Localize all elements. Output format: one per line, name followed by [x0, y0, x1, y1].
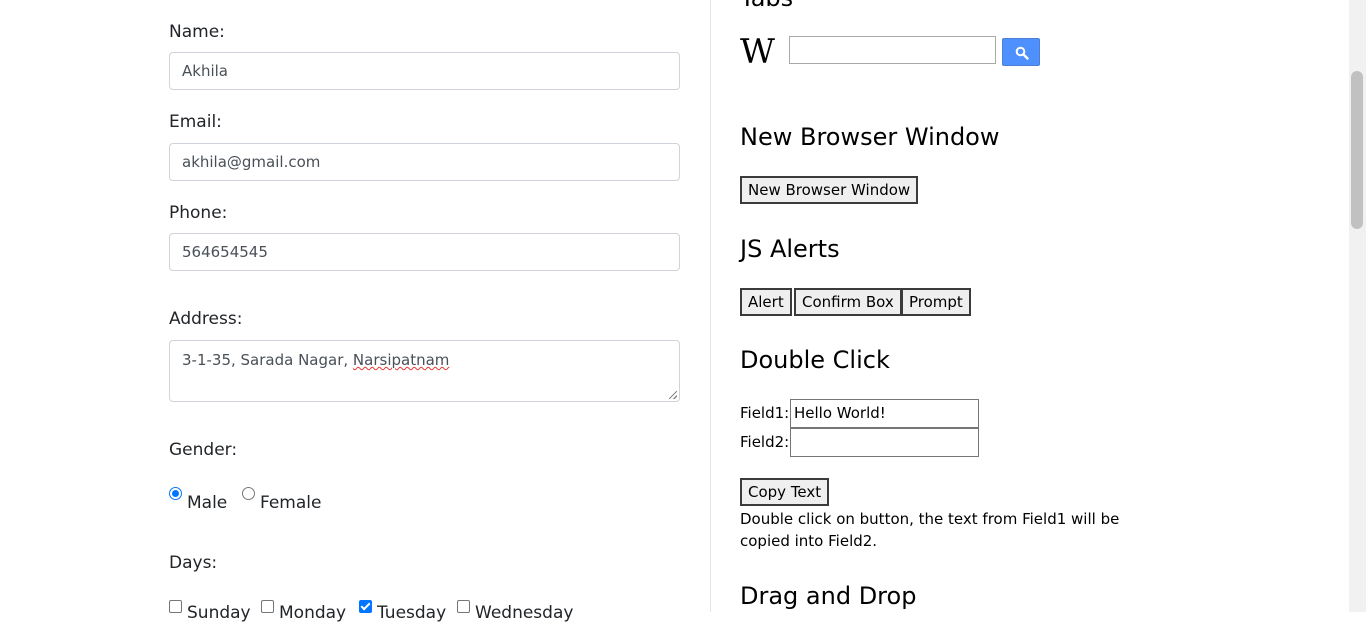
address-label: Address: — [169, 309, 243, 329]
day-tuesday-checkbox[interactable] — [359, 600, 372, 613]
wikipedia-logo-icon: W — [740, 32, 775, 72]
drag-and-drop-heading: Drag and Drop — [740, 582, 917, 610]
field1-label: Field1: — [740, 404, 790, 422]
phone-input[interactable]: 564654545 — [169, 233, 680, 271]
gender-male-label: Male — [187, 493, 228, 513]
gender-female-radio[interactable] — [242, 487, 255, 500]
days-label: Days: — [169, 553, 218, 573]
wikipedia-search-input[interactable] — [789, 36, 996, 64]
email-input[interactable]: akhila@gmail.com — [169, 143, 680, 181]
gender-male-radio[interactable] — [169, 487, 182, 500]
name-input[interactable]: Akhila — [169, 52, 680, 90]
field2-label: Field2: — [740, 433, 790, 451]
day-monday-label: Monday — [279, 603, 347, 623]
gender-label: Gender: — [169, 440, 238, 460]
new-browser-window-heading: New Browser Window — [740, 123, 1000, 151]
gender-female-label: Female — [260, 493, 322, 513]
day-sunday-label: Sunday — [187, 603, 251, 623]
double-click-heading: Double Click — [740, 346, 890, 374]
confirm-box-button[interactable]: Confirm Box — [794, 288, 902, 316]
day-wednesday-checkbox[interactable] — [457, 600, 470, 613]
address-text: 3-1-35, Sarada Nagar, — [182, 351, 353, 369]
field2-input[interactable] — [790, 428, 979, 457]
day-tuesday-label: Tuesday — [377, 603, 447, 623]
phone-label: Phone: — [169, 203, 228, 223]
day-monday-checkbox[interactable] — [261, 600, 274, 613]
scrollbar-thumb[interactable] — [1351, 71, 1363, 229]
name-label: Name: — [169, 22, 225, 42]
address-textarea[interactable]: 3-1-35, Sarada Nagar, Narsipatnam — [169, 340, 680, 402]
js-alerts-heading: JS Alerts — [740, 235, 840, 263]
prompt-button[interactable]: Prompt — [901, 288, 971, 316]
day-sunday-checkbox[interactable] — [169, 600, 182, 613]
email-label: Email: — [169, 112, 222, 132]
copy-text-button[interactable]: Copy Text — [740, 478, 830, 506]
page-scrollbar[interactable] — [1349, 0, 1366, 612]
field1-input[interactable]: Hello World! — [790, 399, 979, 428]
column-divider — [710, 0, 711, 612]
resize-grip-icon[interactable] — [669, 391, 677, 399]
tabs-heading: Tabs — [740, 0, 793, 12]
new-browser-window-button[interactable]: New Browser Window — [740, 176, 919, 204]
alert-button[interactable]: Alert — [740, 288, 792, 316]
copy-text-description: Double click on button, the text from Fi… — [740, 510, 1120, 550]
address-misspelled-word: Narsipatnam — [352, 351, 450, 369]
search-icon — [1015, 46, 1029, 60]
day-wednesday-label: Wednesday — [475, 603, 574, 623]
wikipedia-search-button[interactable] — [1002, 38, 1040, 66]
